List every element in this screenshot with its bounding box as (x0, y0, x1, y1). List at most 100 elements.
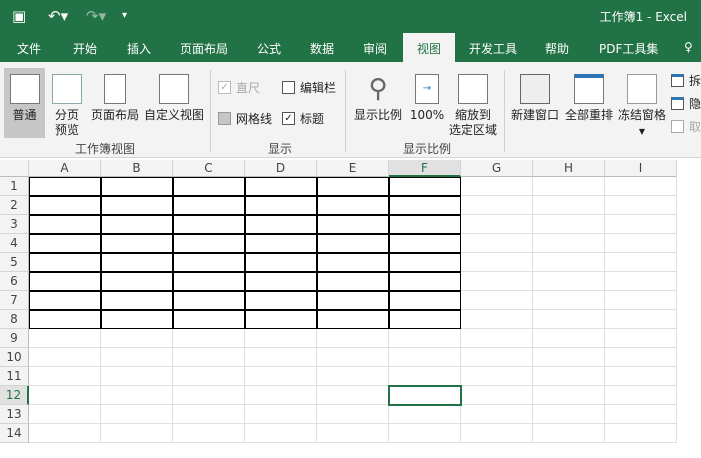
cell-A5[interactable] (29, 253, 101, 272)
cell-A3[interactable] (29, 215, 101, 234)
tab-view[interactable]: 视图 (403, 33, 456, 62)
cell-I3[interactable] (605, 215, 677, 234)
new-window-button[interactable]: 新建窗口 (509, 74, 561, 123)
row-header-1[interactable]: 1 (0, 177, 29, 196)
column-header-D[interactable]: D (245, 160, 317, 177)
cell-A7[interactable] (29, 291, 101, 310)
cell-E14[interactable] (317, 424, 389, 443)
undo-icon[interactable]: ↶▾ (48, 7, 68, 25)
cell-D9[interactable] (245, 329, 317, 348)
cell-I14[interactable] (605, 424, 677, 443)
cell-B2[interactable] (101, 196, 173, 215)
cell-F8[interactable] (389, 310, 461, 329)
cell-A11[interactable] (29, 367, 101, 386)
cell-F3[interactable] (389, 215, 461, 234)
gridlines-checkbox[interactable]: 网格线 (218, 110, 272, 127)
cell-E2[interactable] (317, 196, 389, 215)
save-icon[interactable]: ▣ (12, 7, 26, 25)
cell-C13[interactable] (173, 405, 245, 424)
row-header-12[interactable]: 12 (0, 386, 29, 405)
cell-H8[interactable] (533, 310, 605, 329)
column-header-E[interactable]: E (317, 160, 389, 177)
cell-B3[interactable] (101, 215, 173, 234)
row-header-3[interactable]: 3 (0, 215, 29, 234)
cell-G13[interactable] (461, 405, 533, 424)
cell-A2[interactable] (29, 196, 101, 215)
column-header-C[interactable]: C (173, 160, 245, 177)
row-header-8[interactable]: 8 (0, 310, 29, 329)
cell-C3[interactable] (173, 215, 245, 234)
redo-icon[interactable]: ↷▾ (86, 7, 106, 25)
row-header-5[interactable]: 5 (0, 253, 29, 272)
cell-H9[interactable] (533, 329, 605, 348)
cell-I7[interactable] (605, 291, 677, 310)
cell-B7[interactable] (101, 291, 173, 310)
cell-G8[interactable] (461, 310, 533, 329)
cell-C14[interactable] (173, 424, 245, 443)
cell-A10[interactable] (29, 348, 101, 367)
cell-C4[interactable] (173, 234, 245, 253)
hide-button[interactable]: 隐 (671, 95, 701, 112)
tab-formulas[interactable]: 公式 (257, 40, 281, 57)
ruler-checkbox[interactable]: ✓ 直尺 (218, 79, 260, 96)
cell-H12[interactable] (533, 386, 605, 405)
cell-B6[interactable] (101, 272, 173, 291)
tab-review[interactable]: 审阅 (363, 40, 387, 57)
cell-E13[interactable] (317, 405, 389, 424)
customize-toolbar-icon[interactable]: ▾ (122, 10, 127, 21)
cell-G4[interactable] (461, 234, 533, 253)
cell-B11[interactable] (101, 367, 173, 386)
tab-file[interactable]: 文件 (17, 40, 41, 57)
row-header-6[interactable]: 6 (0, 272, 29, 291)
cell-E1[interactable] (317, 177, 389, 196)
cell-A13[interactable] (29, 405, 101, 424)
cell-C10[interactable] (173, 348, 245, 367)
cell-C7[interactable] (173, 291, 245, 310)
cell-D12[interactable] (245, 386, 317, 405)
split-button[interactable]: 拆 (671, 72, 701, 89)
cell-B8[interactable] (101, 310, 173, 329)
cell-C6[interactable] (173, 272, 245, 291)
cell-B4[interactable] (101, 234, 173, 253)
cell-H7[interactable] (533, 291, 605, 310)
cell-B13[interactable] (101, 405, 173, 424)
row-header-2[interactable]: 2 (0, 196, 29, 215)
freeze-panes-button[interactable]: 冻结窗格 ▼ (616, 74, 668, 139)
cell-I10[interactable] (605, 348, 677, 367)
cell-H6[interactable] (533, 272, 605, 291)
page-break-preview-button[interactable]: 分页 预览 (49, 74, 85, 138)
cell-G14[interactable] (461, 424, 533, 443)
normal-view-button[interactable]: 普通 (4, 68, 45, 138)
unhide-button[interactable]: 取 (671, 118, 701, 135)
cell-A1[interactable] (29, 177, 101, 196)
cell-E4[interactable] (317, 234, 389, 253)
cell-F2[interactable] (389, 196, 461, 215)
cell-G6[interactable] (461, 272, 533, 291)
cell-I1[interactable] (605, 177, 677, 196)
row-header-10[interactable]: 10 (0, 348, 29, 367)
cell-A14[interactable] (29, 424, 101, 443)
cell-D4[interactable] (245, 234, 317, 253)
cell-F9[interactable] (389, 329, 461, 348)
cell-A9[interactable] (29, 329, 101, 348)
arrange-all-button[interactable]: 全部重排 (563, 74, 615, 123)
cell-I5[interactable] (605, 253, 677, 272)
row-header-9[interactable]: 9 (0, 329, 29, 348)
cell-I4[interactable] (605, 234, 677, 253)
cell-D10[interactable] (245, 348, 317, 367)
cell-H3[interactable] (533, 215, 605, 234)
column-header-G[interactable]: G (461, 160, 533, 177)
cell-F1[interactable] (389, 177, 461, 196)
tab-home[interactable]: 开始 (73, 40, 97, 57)
tab-developer[interactable]: 开发工具 (469, 40, 517, 57)
cell-E7[interactable] (317, 291, 389, 310)
cell-I8[interactable] (605, 310, 677, 329)
cell-G12[interactable] (461, 386, 533, 405)
cell-H4[interactable] (533, 234, 605, 253)
cell-C1[interactable] (173, 177, 245, 196)
formula-bar-checkbox[interactable]: 编辑栏 (282, 79, 336, 96)
cell-D8[interactable] (245, 310, 317, 329)
cell-H11[interactable] (533, 367, 605, 386)
cell-A4[interactable] (29, 234, 101, 253)
tab-pdf-tools[interactable]: PDF工具集 (599, 40, 658, 57)
